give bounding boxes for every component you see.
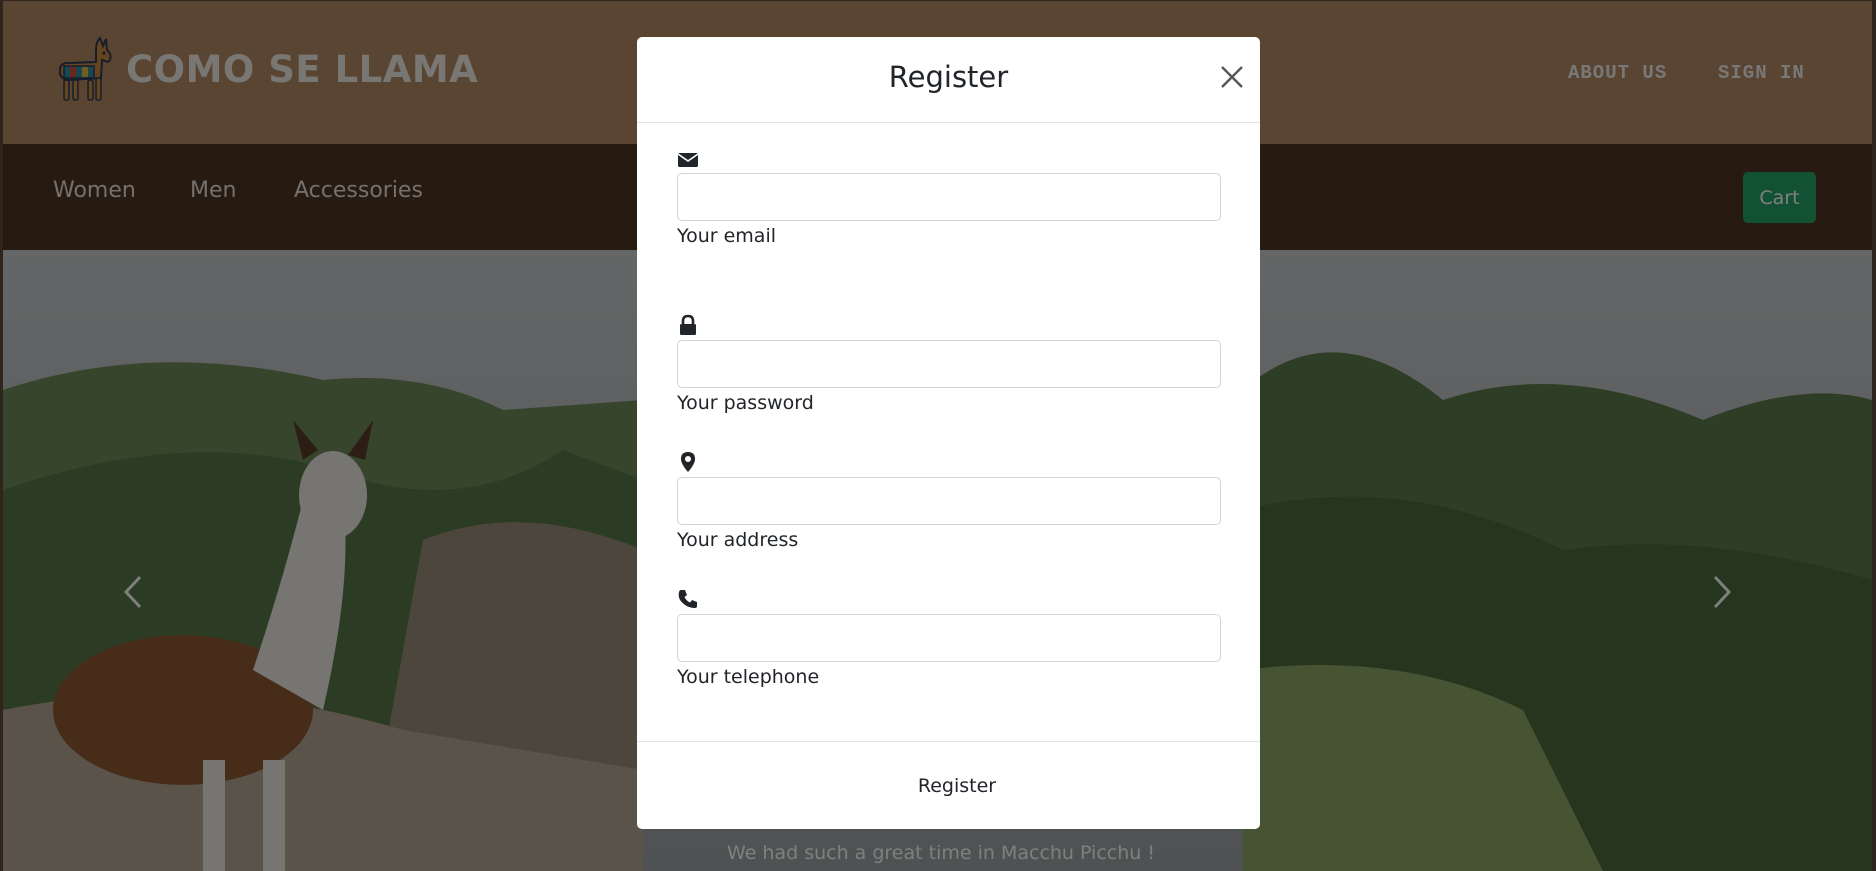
telephone-label: Your telephone (677, 666, 820, 688)
phone-icon (678, 590, 697, 608)
envelope-icon (677, 153, 699, 167)
map-marker-icon (681, 452, 695, 472)
password-label: Your password (677, 392, 814, 414)
lock-icon (680, 314, 696, 335)
modal-header: Register (637, 37, 1260, 123)
address-field[interactable] (677, 477, 1221, 525)
register-submit-button[interactable]: Register (897, 768, 1017, 804)
address-label: Your address (677, 529, 799, 551)
password-field[interactable] (677, 340, 1221, 388)
telephone-field[interactable] (677, 614, 1221, 662)
close-button[interactable] (1217, 62, 1247, 92)
modal-footer: Register (637, 741, 1260, 829)
email-label: Your email (677, 225, 776, 247)
close-icon (1221, 66, 1243, 88)
register-modal: Register Your email Your password Your a… (637, 37, 1260, 829)
modal-title: Register (888, 60, 1009, 94)
email-field[interactable] (677, 173, 1221, 221)
